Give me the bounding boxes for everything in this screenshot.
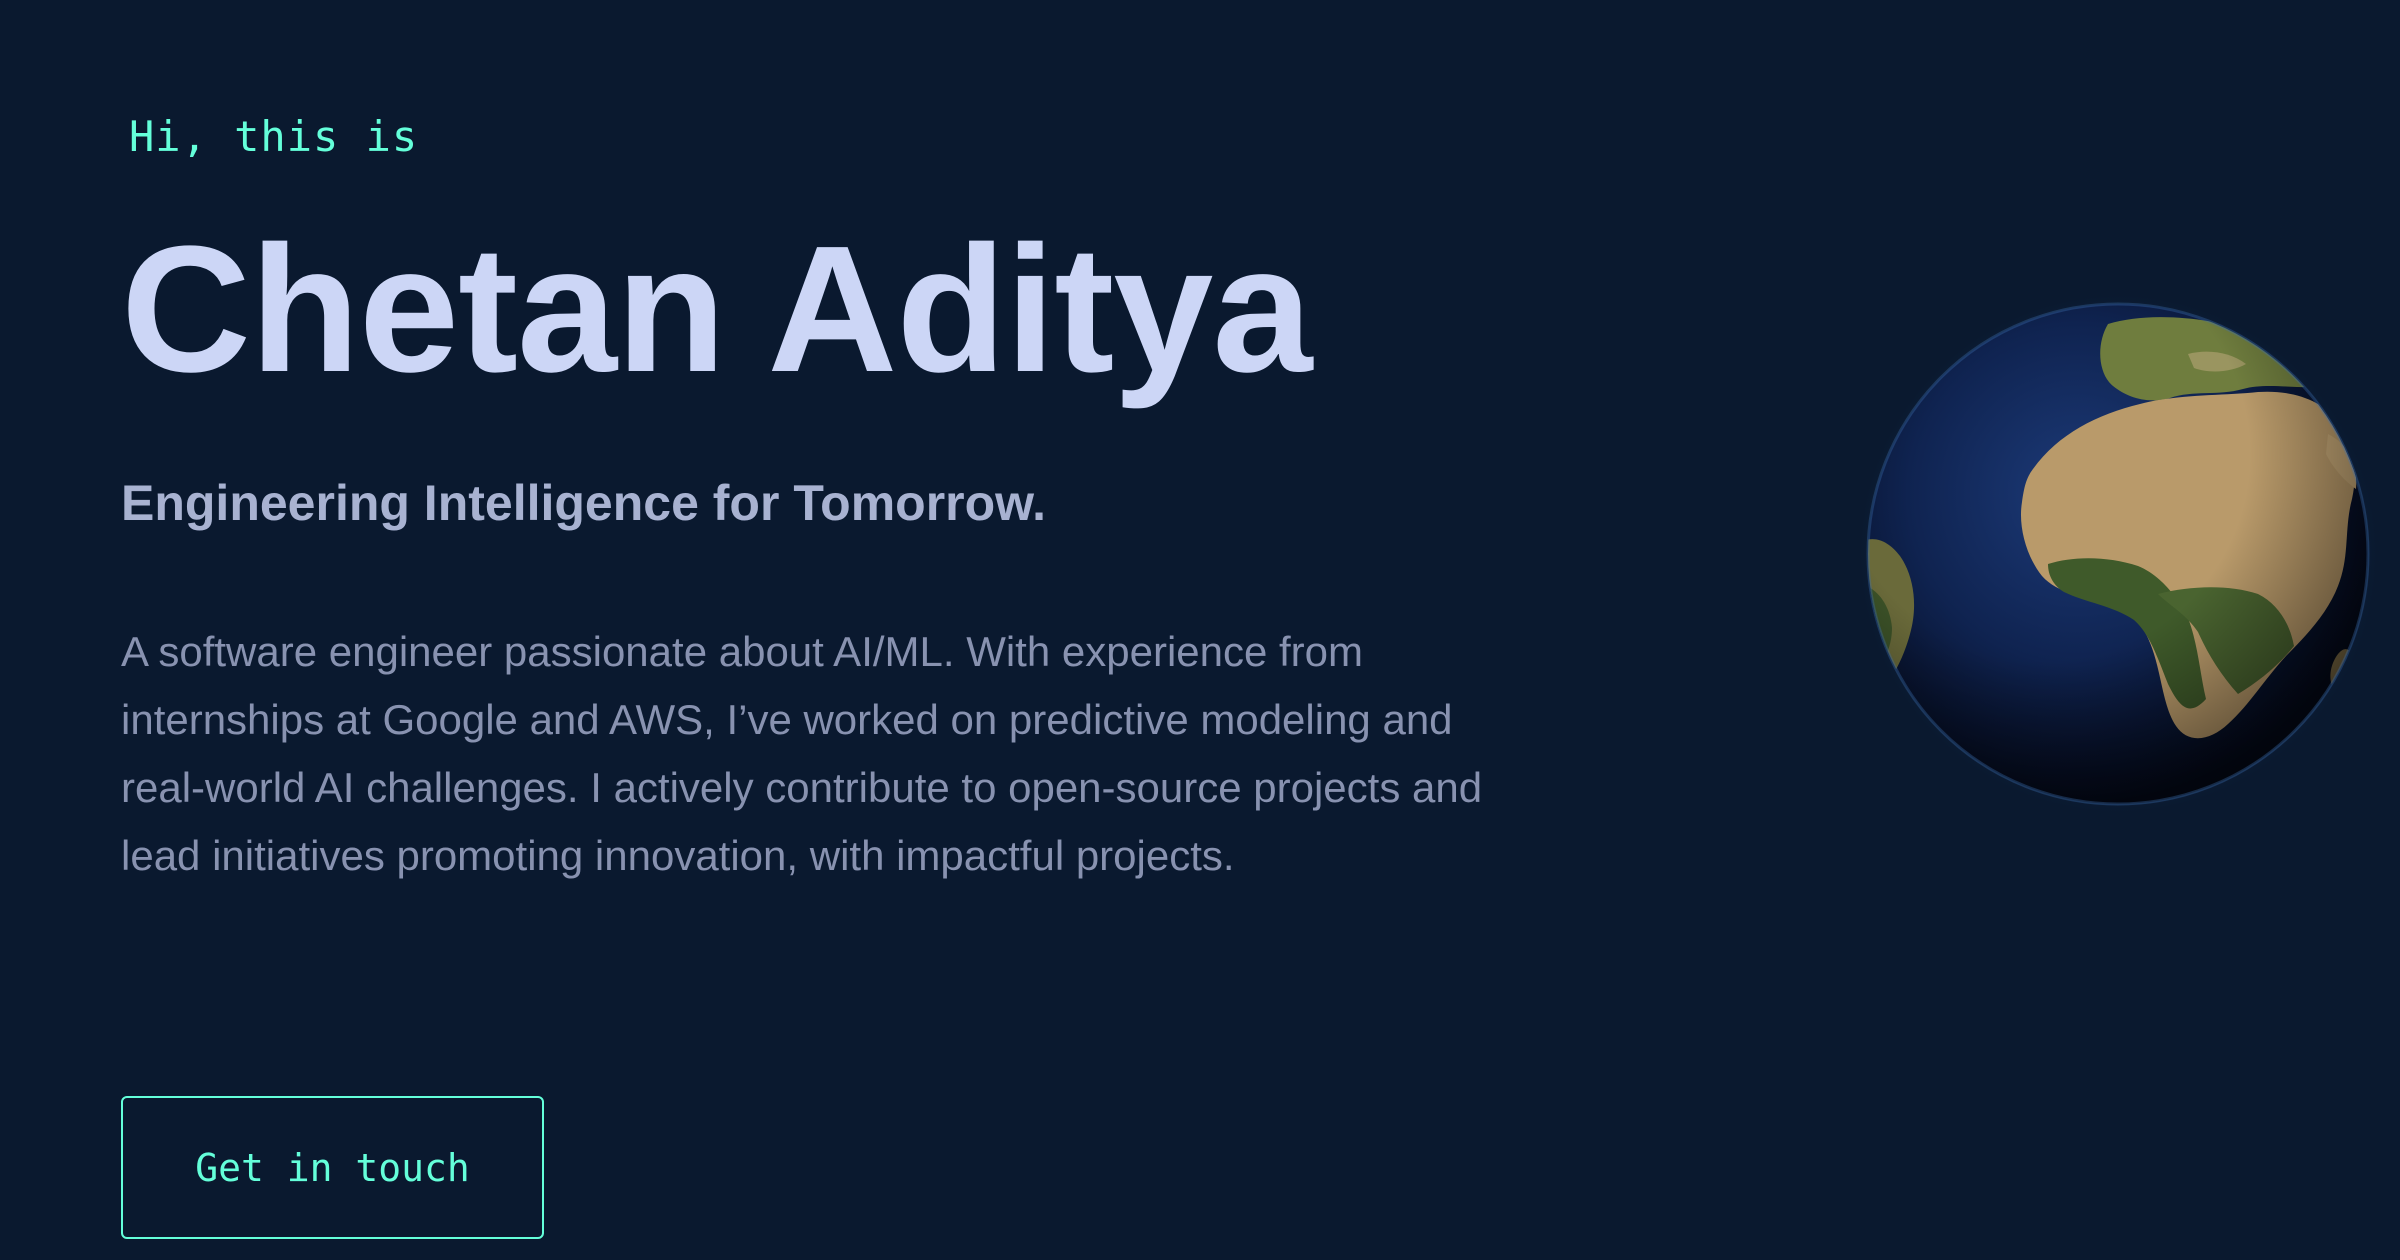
greeting-text: Hi, this is: [129, 112, 419, 161]
get-in-touch-button[interactable]: Get in touch: [121, 1096, 544, 1239]
hero-tagline: Engineering Intelligence for Tomorrow.: [121, 475, 1047, 531]
hero-bio: A software engineer passionate about AI/…: [121, 628, 1483, 879]
hero-name: Chetan Aditya: [121, 209, 1312, 410]
hero-section: Hi, this is Chetan Aditya Engineering In…: [121, 0, 1521, 1260]
earth-globe-icon[interactable]: [1858, 294, 2378, 814]
